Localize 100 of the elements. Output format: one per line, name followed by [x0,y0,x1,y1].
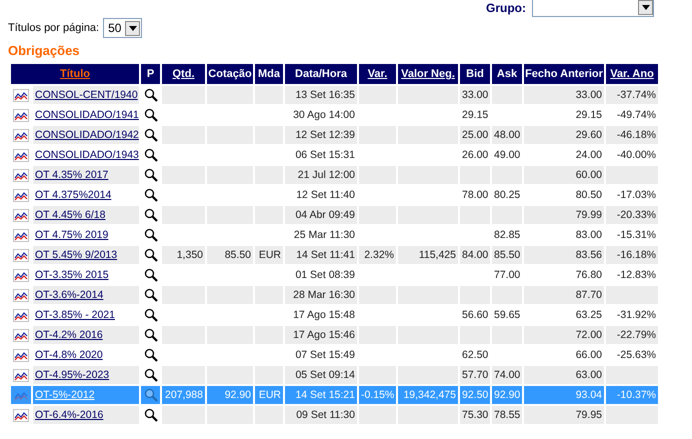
bond-link[interactable]: OT-3.35% 2015 [35,269,109,281]
chart-icon[interactable] [13,368,29,382]
section-title: Obrigações [8,43,81,58]
table-cell: 83.56 [524,246,604,264]
column-header[interactable]: Var. [359,64,396,84]
table-cell: 115,425 [398,246,458,264]
table-cell: 79.99 [524,206,604,224]
bond-link[interactable]: OT-4.8% 2020 [35,349,103,361]
column-header: Fecho Anterior [524,64,604,84]
table-cell: 29.60 [524,126,604,144]
column-header: Cotação [207,64,253,84]
page-size-dropdown[interactable]: 50 [103,18,142,38]
bond-link[interactable]: OT 4.375%2014 [35,189,112,201]
table-cell: 2.32% [359,246,396,264]
column-header[interactable]: Qtd. [162,64,205,84]
column-header: Bid [460,64,490,84]
magnifier-icon[interactable] [144,148,158,162]
table-cell: 92.90 [492,386,522,404]
bond-link[interactable]: CONSOLIDADO/1943 [35,149,139,161]
chart-icon[interactable] [13,148,29,162]
table-cell: 79.95 [524,406,604,424]
table-cell: 09 Set 11:30 [285,406,357,424]
magnifier-icon[interactable] [144,128,158,142]
table-cell: 28 Mar 16:30 [285,286,357,304]
table-cell: 93.04 [524,386,604,404]
chart-icon[interactable] [13,208,29,222]
page-size-label: Títulos por página: [8,22,100,34]
table-cell: 57.70 [460,366,490,384]
bond-link[interactable]: CONSOLIDADO/1941 [35,109,139,121]
table-cell: 05 Set 09:14 [285,366,357,384]
magnifier-icon[interactable] [144,108,158,122]
magnifier-icon[interactable] [144,88,158,102]
table-cell: -10.37% [606,386,658,404]
table-cell: 207,988 [162,386,205,404]
chart-icon[interactable] [13,128,29,142]
column-header[interactable]: Título [11,64,139,84]
table-cell: 72.00 [524,326,604,344]
table-cell: 33.00 [460,86,490,104]
chart-icon[interactable] [13,88,29,102]
magnifier-icon[interactable] [144,268,158,282]
table-cell: -20.33% [606,206,658,224]
table-cell: 74.00 [492,366,522,384]
column-header: Data/Hora [285,64,357,84]
magnifier-icon[interactable] [144,368,158,382]
magnifier-icon[interactable] [144,228,158,242]
magnifier-icon[interactable] [144,408,158,422]
table-cell: 60.00 [524,166,604,184]
magnifier-icon[interactable] [144,348,158,362]
table-cell: 63.00 [524,366,604,384]
table-cell: 12 Set 12:39 [285,126,357,144]
group-label: Grupo: [486,1,526,15]
table-cell: EUR [255,246,283,264]
magnifier-icon[interactable] [144,328,158,342]
table-cell: -46.18% [606,126,658,144]
table-cell: 84.00 [460,246,490,264]
chart-icon[interactable] [13,308,29,322]
table-cell: 33.00 [524,86,604,104]
table-cell: 17 Ago 15:46 [285,326,357,344]
table-cell: -37.74% [606,86,658,104]
chart-icon[interactable] [13,268,29,282]
table-cell: EUR [255,386,283,404]
chart-icon[interactable] [13,108,29,122]
column-header: Mda [255,64,283,84]
chart-icon[interactable] [13,168,29,182]
magnifier-icon[interactable] [144,208,158,222]
chart-icon[interactable] [13,228,29,242]
chart-icon[interactable] [13,328,29,342]
magnifier-icon[interactable] [144,248,158,262]
magnifier-icon[interactable] [144,188,158,202]
table-cell: -22.79% [606,326,658,344]
magnifier-icon[interactable] [144,308,158,322]
magnifier-icon[interactable] [144,288,158,302]
chart-icon[interactable] [13,348,29,362]
table-cell: 92.90 [207,386,253,404]
table-cell: 13 Set 16:35 [285,86,357,104]
bond-link[interactable]: OT-3.85% - 2021 [35,309,115,321]
table-cell: 04 Abr 09:49 [285,206,357,224]
magnifier-icon[interactable] [144,168,158,182]
column-header[interactable]: Valor Neg. [398,64,458,84]
table-cell: -0.15% [359,386,396,404]
chart-icon[interactable] [13,188,29,202]
table-cell: 92.50 [460,386,490,404]
chart-icon[interactable] [13,248,29,262]
table-cell: -16.18% [606,246,658,264]
table-cell: 78.55 [492,406,522,424]
column-header[interactable]: Var. Ano [606,64,658,84]
table-cell: 85.50 [492,246,522,264]
table-cell: 21 Jul 12:00 [285,166,357,184]
chart-icon[interactable] [13,408,29,422]
table-cell: 25.00 [460,126,490,144]
table-cell: 14 Set 15:21 [285,386,357,404]
table-cell: 75.30 [460,406,490,424]
table-cell: 48.00 [492,126,522,144]
chart-icon[interactable] [13,288,29,302]
table-cell: 19,342,475 [398,386,458,404]
table-cell: 85.50 [207,246,253,264]
bond-link[interactable]: OT 4.75% 2019 [35,229,108,241]
column-header: Ask [492,64,522,84]
table-cell: 14 Set 11:41 [285,246,357,264]
table-cell: 87.70 [524,286,604,304]
